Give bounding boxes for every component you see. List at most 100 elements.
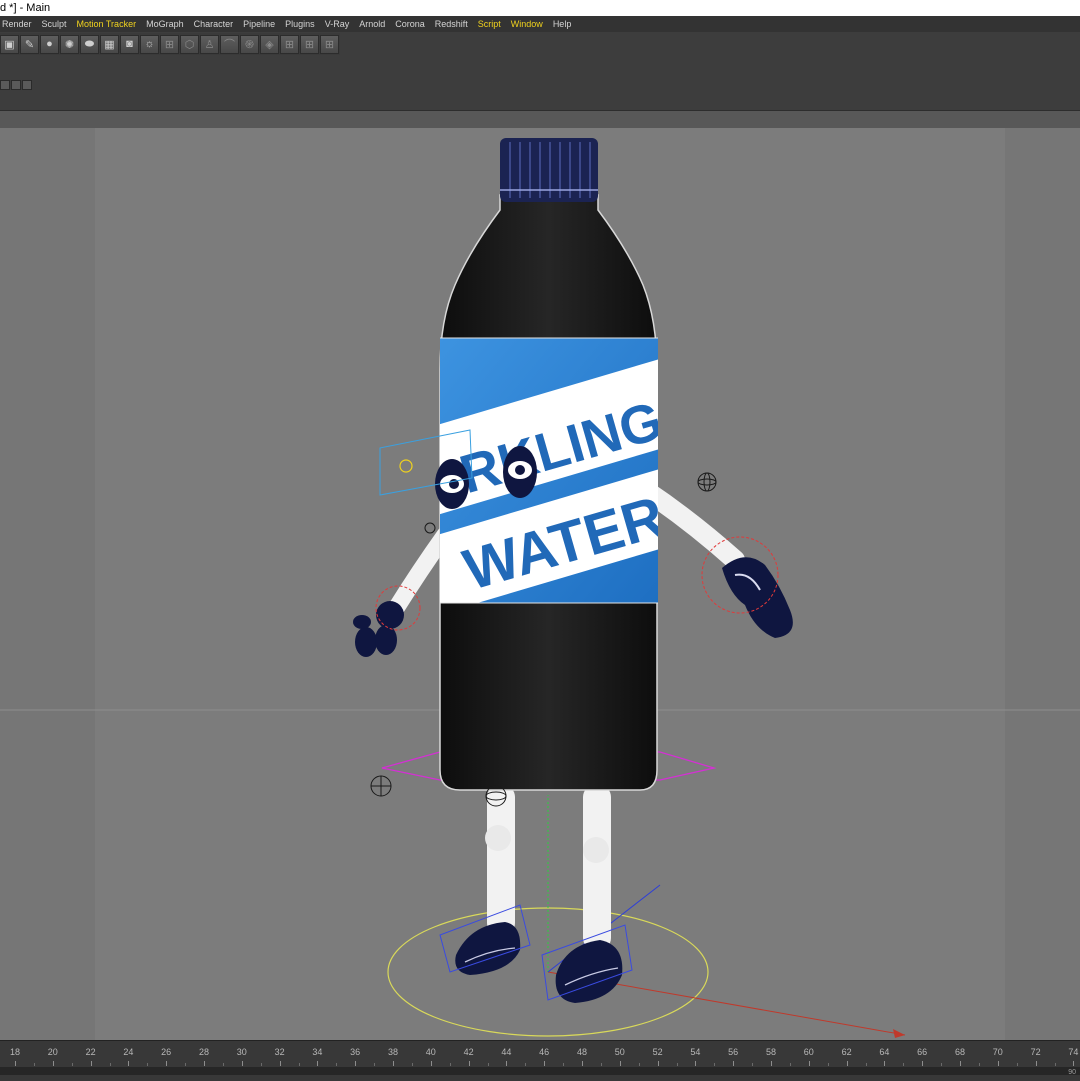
frame-label: 40 xyxy=(425,1047,436,1057)
frame-tick xyxy=(657,1061,659,1066)
timeline[interactable]: 18 20 22 24 26 28 30 32 34 36 38 40 42 44 46 48 50 52 54 56… xyxy=(0,1040,1080,1081)
frame-tick xyxy=(204,1061,205,1066)
light-icon[interactable]: ☼ xyxy=(140,34,159,54)
frame-minor-tick xyxy=(374,1063,376,1066)
capsule-icon[interactable]: ⬬ xyxy=(80,34,99,54)
frame-tick xyxy=(317,1061,319,1066)
frame-label: 58 xyxy=(765,1047,777,1057)
frame-label: 34 xyxy=(312,1047,323,1057)
window-title: d *] - Main xyxy=(0,2,51,14)
frame-end-label: 90 xyxy=(1068,1069,1076,1076)
frame-label: 24 xyxy=(123,1047,134,1057)
frame-tick xyxy=(997,1061,999,1066)
ik-pole-left[interactable] xyxy=(370,775,392,797)
deformer-icon[interactable]: ◈ xyxy=(260,34,279,54)
ik-pole-right[interactable] xyxy=(697,472,717,492)
menu-render[interactable]: Render xyxy=(0,19,37,29)
frame-minor-tick xyxy=(903,1063,905,1066)
cube-icon[interactable]: ▣ xyxy=(0,34,19,54)
frame-label: 28 xyxy=(198,1047,210,1057)
timeline-ruler[interactable]: 18 20 22 24 26 28 30 32 34 36 38 40 42 44 46 48 50 52 54 56… xyxy=(0,1045,1080,1066)
frame-minor-tick xyxy=(563,1063,565,1066)
menu-redshift[interactable]: Redshift xyxy=(430,19,473,29)
frame-minor-tick xyxy=(109,1063,111,1066)
eye-target-control[interactable] xyxy=(399,459,413,473)
menu-v-ray[interactable]: V-Ray xyxy=(320,19,355,29)
frame-tick xyxy=(90,1061,92,1066)
frame-label: 22 xyxy=(85,1047,96,1057)
right-leg xyxy=(583,785,611,950)
menu-motion-tracker[interactable]: Motion Tracker xyxy=(72,19,142,29)
frame-label: 48 xyxy=(576,1047,588,1057)
menu-character[interactable]: Character xyxy=(189,19,239,29)
frame-label: 38 xyxy=(387,1047,399,1057)
menu-bar: Render Sculpt Motion Tracker MoGraph Charact… xyxy=(0,16,1080,32)
menu-sculpt[interactable]: Sculpt xyxy=(37,19,72,29)
frame-minor-tick xyxy=(33,1063,35,1066)
shoulder-marker[interactable] xyxy=(424,522,436,534)
view-control-1[interactable] xyxy=(0,80,10,90)
gear-sphere-icon[interactable]: ✺ xyxy=(60,34,79,54)
menu-pipeline[interactable]: Pipeline xyxy=(238,19,280,29)
camera-icon[interactable]: ◙ xyxy=(120,34,139,54)
frame-tick xyxy=(1035,1061,1037,1066)
safe-frame-left xyxy=(0,128,95,1040)
frame-label: 54 xyxy=(690,1047,701,1057)
toolbar: ▣ ✎ ● ✺ ⬬ ▦ ◙ ☼ ⊞ ⬡ ♙ ⌒ ֍ ◈ ⊞ ⊞ ⊞ xyxy=(0,33,340,55)
frame-tick xyxy=(808,1061,810,1066)
grid3-icon[interactable]: ⊞ xyxy=(300,34,319,54)
grid2-icon[interactable]: ⊞ xyxy=(280,34,299,54)
frame-minor-tick xyxy=(752,1063,754,1066)
window-title-bar: d *] - Main xyxy=(0,0,1080,16)
frame-tick xyxy=(166,1061,168,1066)
frame-tick xyxy=(52,1061,54,1066)
x-axis-arrow xyxy=(893,1029,905,1038)
frame-minor-tick xyxy=(1054,1063,1056,1066)
frame-minor-tick xyxy=(487,1063,489,1066)
frame-tick xyxy=(619,1061,621,1066)
floor-icon[interactable]: ▦ xyxy=(100,34,119,54)
figure-icon[interactable]: ♙ xyxy=(200,34,219,54)
sphere-icon[interactable]: ● xyxy=(40,34,59,54)
menu-window[interactable]: Window xyxy=(506,19,548,29)
frame-label: 66 xyxy=(917,1047,928,1057)
frame-minor-tick xyxy=(714,1063,716,1066)
frame-tick xyxy=(506,1061,508,1066)
menu-script[interactable]: Script xyxy=(473,19,506,29)
3d-viewport[interactable]: RKLING WATER xyxy=(0,128,1080,1040)
bend-icon[interactable]: ⌒ xyxy=(220,34,239,54)
menu-help[interactable]: Help xyxy=(548,19,577,29)
frame-label: 30 xyxy=(236,1047,247,1057)
timeline-track[interactable] xyxy=(0,1067,1080,1075)
cube-outline-icon[interactable]: ⬡ xyxy=(180,34,199,54)
view-controls xyxy=(0,80,33,90)
pen-icon[interactable]: ✎ xyxy=(20,34,39,54)
frame-label: 52 xyxy=(652,1047,663,1057)
frame-minor-tick xyxy=(1016,1063,1018,1066)
frame-minor-tick xyxy=(789,1063,791,1066)
frame-tick xyxy=(1073,1061,1075,1066)
frame-tick xyxy=(355,1061,357,1066)
frame-minor-tick xyxy=(600,1063,602,1066)
menu-arnold[interactable]: Arnold xyxy=(354,19,390,29)
frame-tick xyxy=(922,1061,924,1066)
menu-plugins[interactable]: Plugins xyxy=(280,19,320,29)
frame-minor-tick xyxy=(978,1063,980,1066)
menu-mograph[interactable]: MoGraph xyxy=(141,19,189,29)
left-glove xyxy=(353,601,404,657)
menu-corona[interactable]: Corona xyxy=(390,19,430,29)
frame-tick xyxy=(884,1061,886,1066)
frame-tick xyxy=(582,1061,583,1066)
grid-icon[interactable]: ⊞ xyxy=(160,34,179,54)
frame-label: 50 xyxy=(614,1047,625,1057)
spiral-icon[interactable]: ֍ xyxy=(240,34,259,54)
view-control-2[interactable] xyxy=(11,80,21,90)
frame-label: 56 xyxy=(728,1047,739,1057)
frame-minor-tick xyxy=(147,1063,149,1066)
frame-tick xyxy=(279,1061,281,1066)
view-control-3[interactable] xyxy=(22,80,32,90)
frame-tick xyxy=(733,1061,735,1066)
grid4-icon[interactable]: ⊞ xyxy=(320,34,339,54)
viewport-header xyxy=(0,110,1080,129)
right-knee xyxy=(583,837,609,863)
